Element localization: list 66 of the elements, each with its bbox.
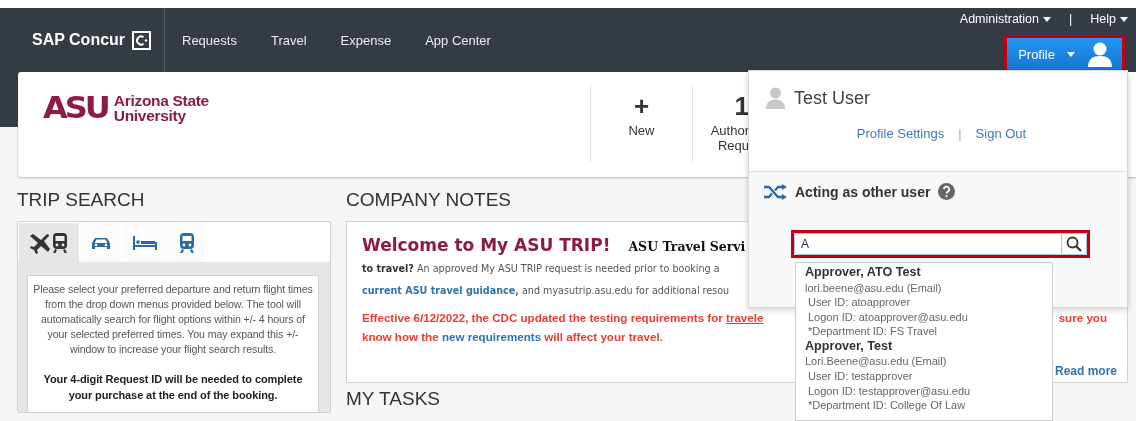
profile-link[interactable]: Profile Settings: [856, 126, 945, 141]
requirements-link[interactable]: new requirements: [441, 330, 542, 343]
profile-button[interactable]: Profile: [1007, 38, 1122, 70]
result-detail: Logon ID: atoapprover@asu.edu: [807, 309, 969, 325]
brand-name[interactable]: SAP Concur: [32, 31, 126, 49]
guidance-link[interactable]: current ASU travel guidance,: [362, 285, 519, 296]
shuffle-icon: [763, 183, 787, 200]
action-label[interactable]: Requ: [717, 138, 749, 153]
help-icon[interactable]: [938, 183, 956, 200]
notice-text: Your 4-digit Request ID will be needed to complete your purchase at the end of the booking.: [42, 372, 304, 403]
organization-name: Arizona State: [113, 93, 209, 108]
read-more-link[interactable]: Read more: [1054, 364, 1117, 378]
result-detail: User ID: testapprover: [807, 368, 914, 384]
train-icon: [179, 231, 195, 254]
alert-text: Effective 6/12/2022, the CDC updated the testing requirements for travele: [362, 310, 764, 326]
section-title: COMPANY NOTES: [346, 189, 512, 211]
instructions-text: Please select your preferred departure and return flight times from the drop down menus provided below. The tool will automatically search for flight options within +/- 4 hours of your selected preferred times. You may expand this +/- window to increase your flight search results.: [32, 282, 314, 357]
nav-item[interactable]: Requests: [165, 32, 254, 48]
alert-text: sure you: [1058, 310, 1107, 326]
tab[interactable]: [123, 223, 167, 262]
bed-icon: [133, 235, 157, 250]
avatar-icon: [1087, 41, 1113, 67]
user-search-field[interactable]: A: [794, 233, 1062, 255]
plus-icon[interactable]: +: [633, 93, 650, 119]
alert-text: know how the new requirements will affect your travel.: [362, 329, 663, 345]
welcome-title: Welcome to My ASU TRIP!: [362, 235, 611, 255]
separator: |: [1068, 12, 1074, 26]
caret-icon: [1120, 16, 1128, 22]
result-detail: *Department ID: College Of Law: [807, 398, 967, 413]
result-detail: *Department ID: FS Travel: [807, 324, 938, 339]
tab[interactable]: [81, 223, 121, 262]
action-label[interactable]: Author: [710, 123, 749, 138]
separator: |: [958, 126, 962, 141]
menu-link[interactable]: Administration: [959, 12, 1052, 26]
section-title: TRIP SEARCH: [17, 189, 145, 211]
search-button[interactable]: [1062, 233, 1087, 255]
nav-item[interactable]: Expense: [323, 32, 409, 48]
profile-link[interactable]: Sign Out: [975, 126, 1027, 141]
action-label[interactable]: New: [628, 123, 655, 138]
nav-item[interactable]: App Center: [408, 32, 508, 48]
user-name: Test User: [794, 87, 871, 109]
notes-text: current ASU travel guidance, and myasutrip.asu.edu for additional resou: [362, 284, 730, 298]
search-icon: [1066, 236, 1082, 252]
result-detail: User ID: atoapprover: [807, 295, 912, 310]
tab[interactable]: [169, 223, 205, 262]
tab[interactable]: [19, 223, 79, 262]
result-detail: lori.beene@asu.edu (Email): [805, 280, 943, 296]
result-detail: Logon ID: testapprover@asu.edu: [807, 383, 972, 399]
asu-logo: ASU: [43, 92, 108, 124]
travelers-link[interactable]: travele: [726, 311, 764, 324]
nav-item[interactable]: Travel: [253, 32, 324, 48]
count: 1: [734, 93, 749, 119]
logo-icon: [132, 30, 152, 50]
result-name[interactable]: Approver, Test: [805, 338, 1052, 355]
notes-text: to travel? An approved My ASU TRIP request is needed prior to booking a: [362, 262, 720, 276]
plane-train-icon: [28, 231, 70, 254]
result-name[interactable]: Approver, ATO Test: [805, 265, 1052, 281]
section-title: MY TASKS: [346, 388, 440, 410]
caret-icon: [1067, 51, 1075, 57]
result-detail: Lori.Beene@asu.edu (Email): [805, 354, 948, 369]
section-title: Acting as other user: [795, 183, 931, 200]
user-icon: [766, 87, 785, 109]
notes-subtitle: ASU Travel Servi: [628, 239, 746, 254]
menu-link[interactable]: Help: [1090, 12, 1128, 26]
organization-name: University: [113, 108, 187, 123]
caret-icon: [1043, 16, 1052, 22]
